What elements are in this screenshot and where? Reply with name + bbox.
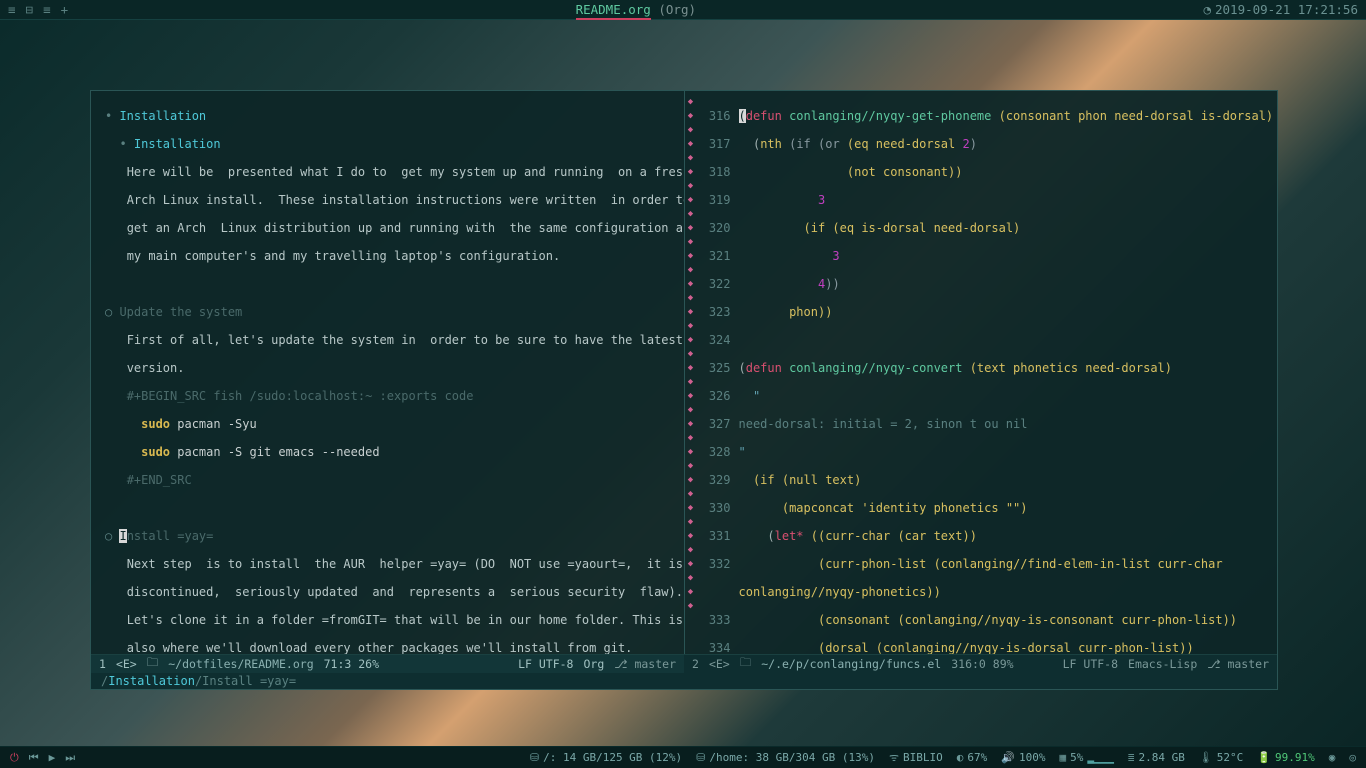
power-icon[interactable]: ⏻ — [10, 751, 19, 765]
modeline-left[interactable]: 1 <E> 🗀 ~/dotfiles/README.org 71:3 26% L… — [91, 655, 684, 673]
folder-icon: 🗀 — [740, 655, 752, 674]
clock: ◔2019-09-21 17:21:56 — [1203, 2, 1358, 17]
cpu-usage: ▦5% ▂▁▁▁ — [1059, 751, 1113, 764]
disk-icon: ⛁ — [530, 751, 539, 764]
cpu-icon: ▦ — [1059, 751, 1066, 764]
battery-icon: 🔋 — [1257, 751, 1271, 764]
battery: 🔋99.91% — [1257, 751, 1314, 764]
window-controls: ≡ ⊟ ≡ + — [8, 2, 68, 17]
discord-icon[interactable]: ◉ — [1329, 751, 1336, 764]
location-icon[interactable]: ◎ — [1349, 751, 1356, 764]
plus-icon[interactable]: + — [61, 2, 69, 17]
ram-usage: ≣2.84 GB — [1128, 751, 1185, 764]
window-title: README.org (Org) — [68, 2, 1203, 17]
wifi-icon: ᯤ — [889, 750, 899, 765]
disk-icon: ⛁ — [696, 751, 705, 764]
menu-icon[interactable]: ≡ — [8, 2, 16, 17]
brightness[interactable]: ◐67% — [957, 751, 988, 764]
prev-icon[interactable]: ⏮ — [29, 751, 39, 765]
breadcrumb: /Installation/Install =yay= — [91, 673, 1277, 689]
modeline-right[interactable]: 2 <E> 🗀 ~/.e/p/conlanging/funcs.el 316:0… — [684, 655, 1277, 673]
volume[interactable]: 🔊100% — [1001, 751, 1045, 764]
git-branch-icon: ⎇ master — [614, 657, 676, 671]
play-icon[interactable]: ▶ — [49, 751, 56, 764]
thermometer-icon: 🌡 — [1199, 751, 1213, 764]
left-pane[interactable]: • Installation • Installation Here will … — [91, 91, 685, 654]
wifi-status[interactable]: ᯤBIBLIO — [889, 750, 943, 765]
clock-icon: ◔ — [1203, 2, 1211, 17]
disk-home: ⛁/home: 38 GB/304 GB (13%) — [696, 751, 875, 764]
brightness-icon: ◐ — [957, 751, 964, 764]
volume-icon: 🔊 — [1001, 751, 1015, 764]
folder-icon: 🗀 — [147, 655, 159, 674]
editor-frame: • Installation • Installation Here will … — [90, 90, 1278, 690]
next-icon[interactable]: ⏭ — [65, 751, 75, 765]
modelines: 1 <E> 🗀 ~/dotfiles/README.org 71:3 26% L… — [91, 654, 1277, 673]
taskbar: ⏻ ⏮ ▶ ⏭ ⛁/: 14 GB/125 GB (12%) ⛁/home: 3… — [0, 746, 1366, 768]
title-bar: ≡ ⊟ ≡ + README.org (Org) ◔2019-09-21 17:… — [0, 0, 1366, 20]
diff-gutter: ◆◆◆◆◆◆◆◆◆◆◆◆◆◆◆◆◆◆◆◆◆◆◆◆◆◆◆◆◆◆◆◆◆◆◆◆◆ — [685, 91, 697, 654]
temperature: 🌡52°C — [1199, 751, 1243, 764]
layout-icon[interactable]: ⊟ — [26, 2, 34, 17]
right-pane[interactable]: ◆◆◆◆◆◆◆◆◆◆◆◆◆◆◆◆◆◆◆◆◆◆◆◆◆◆◆◆◆◆◆◆◆◆◆◆◆ 31… — [685, 91, 1278, 654]
list-icon[interactable]: ≡ — [43, 2, 51, 17]
ram-icon: ≣ — [1128, 751, 1135, 764]
git-branch-icon: ⎇ master — [1207, 657, 1269, 671]
disk-root: ⛁/: 14 GB/125 GB (12%) — [530, 751, 682, 764]
